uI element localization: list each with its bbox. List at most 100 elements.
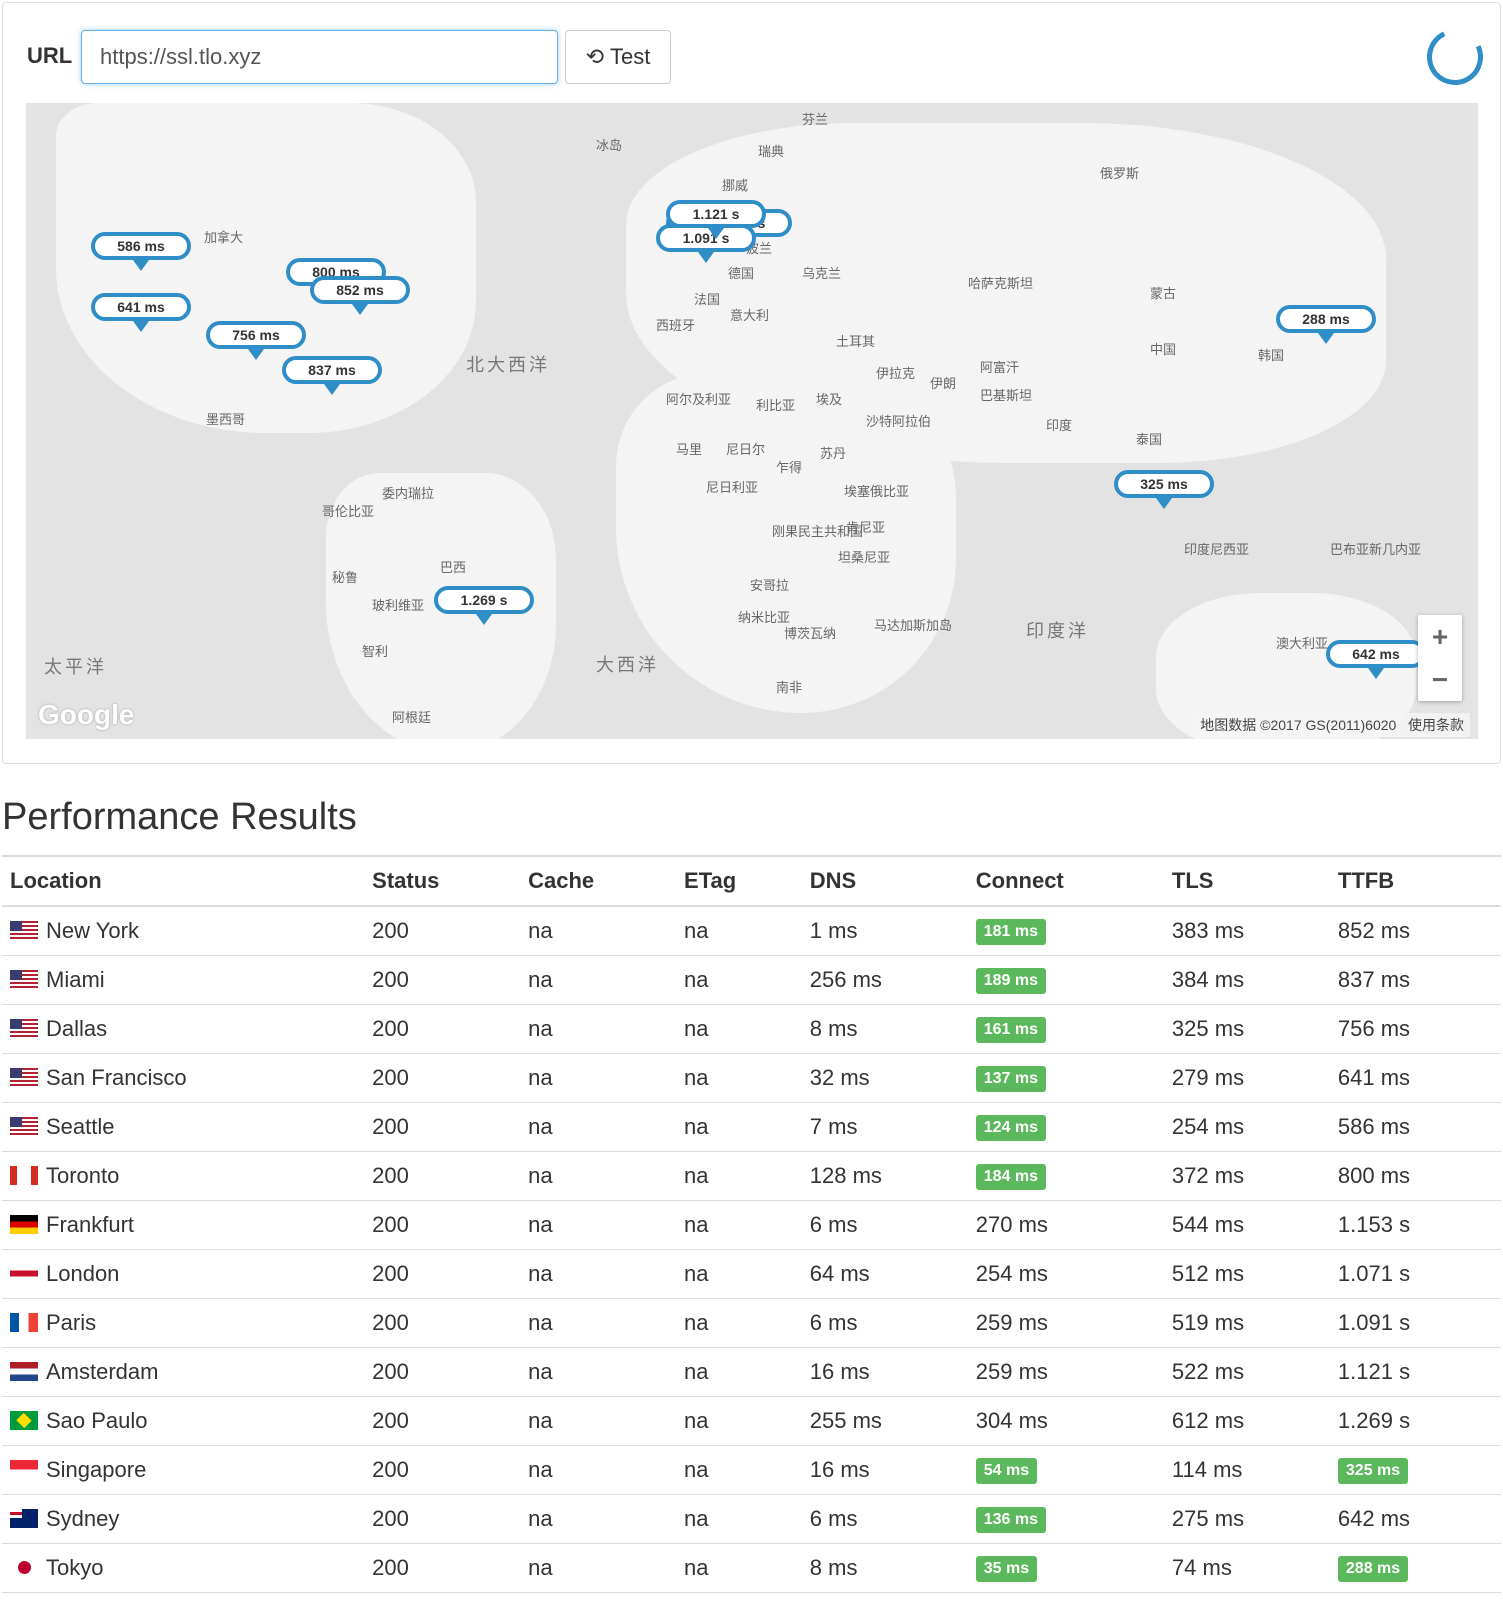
map-label: 法国 bbox=[694, 292, 721, 307]
flag-ca-icon bbox=[10, 1165, 38, 1185]
map-label: 伊朗 bbox=[930, 376, 957, 391]
table-row: Sydney 200 na na 6 ms 136 ms 275 ms 642 ms bbox=[2, 1494, 1501, 1544]
map-label: 智利 bbox=[362, 644, 389, 659]
column-header: Connect bbox=[967, 855, 1164, 907]
connect-cell: 270 ms bbox=[967, 1200, 1164, 1250]
map-label: 哥伦比亚 bbox=[322, 504, 375, 519]
marker-pin-icon bbox=[352, 304, 368, 315]
ttfb-cell: 1.153 s bbox=[1329, 1200, 1501, 1250]
dns-cell: 6 ms bbox=[801, 1494, 968, 1544]
table-row: Tokyo 200 na na 8 ms 35 ms 74 ms 288 ms bbox=[2, 1543, 1501, 1593]
cache-cell: na bbox=[520, 955, 677, 1005]
etag-cell: na bbox=[676, 1298, 802, 1348]
terms-link[interactable]: 使用条款 bbox=[1408, 717, 1464, 733]
map-label: 挪威 bbox=[722, 178, 749, 193]
map-marker[interactable]: 852 ms bbox=[310, 276, 410, 315]
marker-label: 642 ms bbox=[1326, 640, 1426, 668]
map-label: 巴基斯坦 bbox=[980, 388, 1033, 403]
flag-nl-icon bbox=[10, 1361, 38, 1381]
ttfb-badge: 325 ms bbox=[1337, 1458, 1409, 1484]
marker-label: 837 ms bbox=[282, 356, 382, 384]
map-marker[interactable]: 642 ms bbox=[1326, 640, 1426, 679]
status-cell: 200 bbox=[364, 1298, 521, 1348]
map-marker[interactable]: 1.269 s bbox=[434, 586, 534, 625]
test-button[interactable]: ⟲ Test bbox=[565, 30, 671, 84]
flag-sg-icon bbox=[10, 1459, 38, 1479]
location-cell: Seattle bbox=[2, 1102, 365, 1152]
location-cell: Frankfurt bbox=[2, 1200, 365, 1250]
table-row: London 200 na na 64 ms 254 ms 512 ms 1.071 s bbox=[2, 1249, 1501, 1299]
marker-pin-icon bbox=[324, 384, 340, 395]
location-name: Seattle bbox=[46, 1113, 115, 1139]
connect-cell: 259 ms bbox=[967, 1298, 1164, 1348]
map-marker[interactable]: 288 ms bbox=[1276, 305, 1376, 344]
status-cell: 200 bbox=[364, 906, 521, 956]
map-label: 马达加斯加岛 bbox=[874, 618, 953, 633]
flag-us-icon bbox=[10, 1018, 38, 1038]
map-label: 尼日利亚 bbox=[706, 480, 759, 495]
map-marker[interactable]: 837 ms bbox=[282, 356, 382, 395]
marker-label: 325 ms bbox=[1114, 470, 1214, 498]
map-label: 南非 bbox=[776, 680, 803, 695]
map-label: 西班牙 bbox=[656, 318, 696, 333]
map-marker[interactable]: 756 ms bbox=[206, 321, 306, 360]
column-header: ETag bbox=[676, 855, 802, 907]
zoom-out-button[interactable]: − bbox=[1432, 664, 1448, 696]
ttfb-cell: 1.269 s bbox=[1329, 1396, 1501, 1446]
etag-cell: na bbox=[676, 1053, 802, 1103]
map-label: 泰国 bbox=[1136, 432, 1163, 447]
map-label: 中国 bbox=[1150, 342, 1177, 357]
etag-cell: na bbox=[676, 1347, 802, 1397]
cache-cell: na bbox=[520, 1543, 677, 1593]
table-row: Amsterdam 200 na na 16 ms 259 ms 522 ms 1.121 s bbox=[2, 1347, 1501, 1397]
location-cell: Paris bbox=[2, 1298, 365, 1348]
cache-cell: na bbox=[520, 1053, 677, 1103]
zoom-in-button[interactable]: + bbox=[1432, 621, 1448, 653]
tls-cell: 519 ms bbox=[1163, 1298, 1330, 1348]
location-name: San Francisco bbox=[46, 1064, 187, 1090]
map-label: 尼日尔 bbox=[726, 442, 766, 457]
dns-cell: 8 ms bbox=[801, 1004, 968, 1054]
ttfb-badge: 288 ms bbox=[1337, 1556, 1409, 1582]
marker-pin-icon bbox=[1368, 668, 1384, 679]
map-marker[interactable]: 586 ms bbox=[91, 232, 191, 271]
status-cell: 200 bbox=[364, 1445, 521, 1495]
flag-de-icon bbox=[10, 1214, 38, 1234]
location-name: Paris bbox=[46, 1309, 97, 1335]
connect-badge: 184 ms bbox=[975, 1164, 1047, 1190]
dns-cell: 6 ms bbox=[801, 1298, 968, 1348]
google-logo: Google bbox=[38, 699, 135, 730]
ocean-label: 印度洋 bbox=[1026, 621, 1089, 641]
map-marker[interactable]: 641 ms bbox=[91, 293, 191, 332]
location-name: Toronto bbox=[46, 1162, 120, 1188]
etag-cell: na bbox=[676, 1004, 802, 1054]
location-name: Amsterdam bbox=[46, 1358, 159, 1384]
dns-cell: 32 ms bbox=[801, 1053, 968, 1103]
flag-gb-icon bbox=[10, 1263, 38, 1283]
cache-cell: na bbox=[520, 1396, 677, 1446]
status-cell: 200 bbox=[364, 1396, 521, 1446]
connect-badge: 136 ms bbox=[975, 1507, 1047, 1533]
results-title: Performance Results bbox=[2, 796, 357, 838]
map-marker[interactable]: 1.121 s bbox=[666, 200, 766, 239]
map-label: 坦桑尼亚 bbox=[838, 550, 891, 565]
results-map[interactable]: 冰岛 芬兰 瑞典 挪威 俄罗斯 加拿大 德国 法国 波兰 乌克兰 西班牙 意大利 土耳其 哈萨克斯坦 蒙古中… bbox=[26, 103, 1478, 739]
map-label: 澳大利亚 bbox=[1276, 636, 1329, 651]
results-table: Location Status Cache ETag DNS Connect TLS TTFB… bbox=[2, 855, 1501, 1593]
tls-cell: 325 ms bbox=[1163, 1004, 1330, 1054]
map-marker[interactable]: 325 ms bbox=[1114, 470, 1214, 509]
cache-cell: na bbox=[520, 1445, 677, 1495]
location-cell: Sydney bbox=[2, 1494, 365, 1544]
etag-cell: na bbox=[676, 1102, 802, 1152]
map-label: 安哥拉 bbox=[750, 578, 790, 593]
connect-badge: 137 ms bbox=[975, 1066, 1047, 1092]
marker-label: 586 ms bbox=[91, 232, 191, 260]
etag-cell: na bbox=[676, 1445, 802, 1495]
table-row: Dallas 200 na na 8 ms 161 ms 325 ms 756 ms bbox=[2, 1004, 1501, 1054]
cache-cell: na bbox=[520, 1249, 677, 1299]
url-input[interactable] bbox=[81, 30, 558, 84]
ttfb-cell: 641 ms bbox=[1329, 1053, 1501, 1103]
location-name: Singapore bbox=[46, 1456, 147, 1482]
dns-cell: 1 ms bbox=[801, 906, 968, 956]
flag-au-icon bbox=[10, 1508, 38, 1528]
